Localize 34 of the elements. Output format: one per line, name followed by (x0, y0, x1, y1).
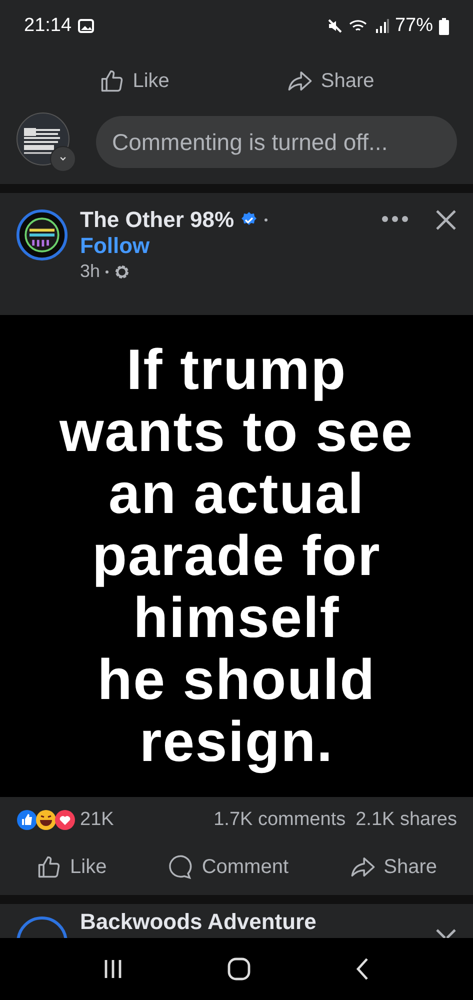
image-icon (78, 19, 94, 33)
like-button[interactable]: Like (92, 64, 176, 98)
reaction-count[interactable]: 21K (80, 809, 114, 831)
clock: 21:14 (24, 15, 72, 37)
chevron-icon[interactable] (50, 146, 76, 172)
close-icon[interactable] (435, 209, 457, 231)
signal-icon (374, 18, 389, 34)
user-avatar[interactable] (16, 112, 76, 172)
shares-count[interactable]: 2.1K shares (356, 809, 457, 831)
comment-button[interactable]: Comment (162, 850, 295, 884)
close-icon[interactable] (435, 928, 457, 938)
reaction-icons (16, 809, 76, 831)
page-name[interactable]: Backwoods Adventure (80, 908, 316, 936)
speech-bubble-icon (168, 854, 194, 880)
comments-count[interactable]: 1.7K comments (214, 809, 346, 831)
like-button[interactable]: Like (30, 850, 113, 884)
gear-icon (114, 264, 130, 280)
comment-field[interactable]: Commenting is turned off... (96, 116, 457, 168)
mute-icon (326, 18, 343, 34)
share-button[interactable]: Share (344, 850, 443, 884)
share-button[interactable]: Share (280, 64, 380, 98)
page-avatar[interactable] (16, 209, 68, 261)
battery-icon (439, 18, 449, 34)
page-name[interactable]: The Other 98% (80, 207, 234, 233)
dot-separator-icon (105, 270, 110, 274)
post-time: 3h (80, 261, 100, 282)
post-image-text: If trump wants to see an actual parade for himself he should resign. (59, 339, 414, 773)
thumbs-up-icon (36, 854, 62, 880)
follow-button[interactable]: Follow (80, 233, 150, 259)
home-icon[interactable] (227, 957, 252, 981)
thumbs-up-icon (98, 68, 125, 94)
battery-level: 77% (394, 15, 433, 37)
dot-separator-icon (264, 218, 268, 222)
more-options-icon[interactable] (381, 215, 409, 223)
